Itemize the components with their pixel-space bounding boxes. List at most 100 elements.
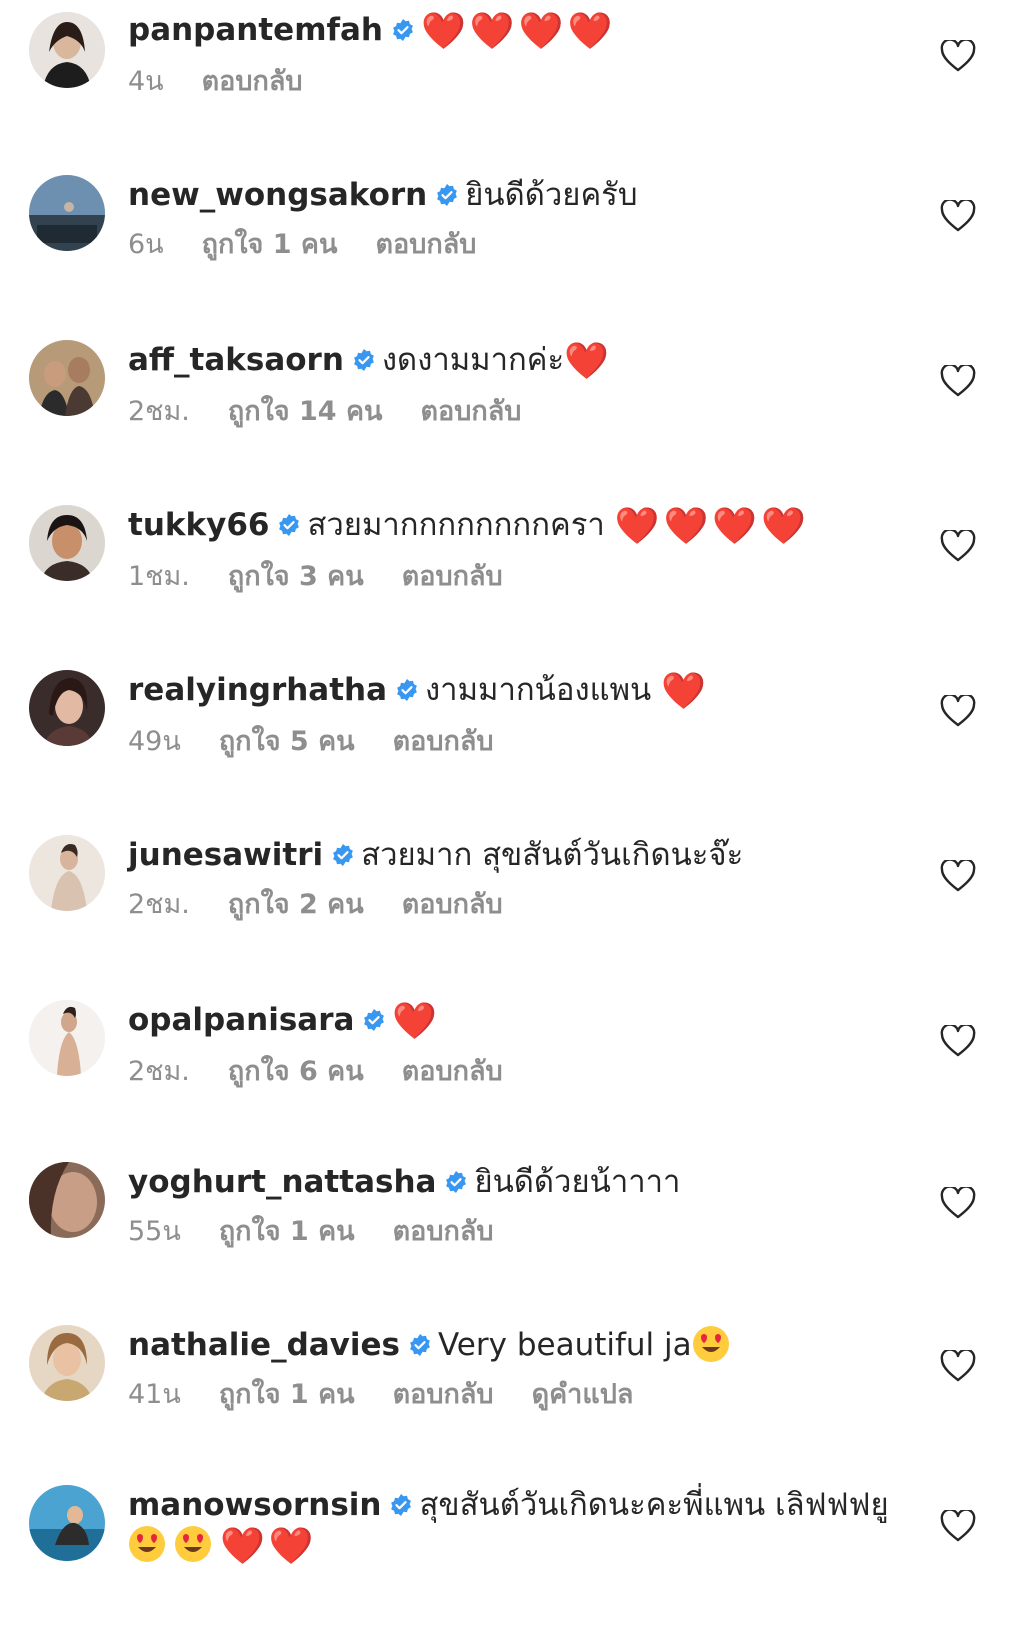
like-button[interactable]: [940, 1023, 976, 1057]
avatar[interactable]: [29, 340, 105, 416]
comment-item: manowsornsin สุขสันต์วันเกิดนะคะพี่แพน เล…: [0, 1485, 1034, 1645]
comment-item: new_wongsakorn ยินดีด้วยครับ 6น ถูกใจ 1 คน…: [0, 175, 1034, 335]
comment-text: ยินดีด้วยน้าาาา: [474, 1164, 681, 1200]
comment-time: 55น: [128, 1216, 181, 1247]
heart-outline-icon: [940, 1508, 976, 1542]
avatar[interactable]: [29, 1162, 105, 1238]
heart-emoji: ❤️: [564, 341, 609, 382]
reply-button[interactable]: ตอบกลับ: [202, 66, 303, 97]
comment-item: junesawitri สวยมาก สุขสันต์วันเกิดนะจ๊ะ 2…: [0, 835, 1034, 995]
see-translation-button[interactable]: ดูคำแปล: [532, 1379, 634, 1410]
like-button[interactable]: [940, 528, 976, 562]
comment-username[interactable]: aff_taksaorn: [128, 342, 344, 378]
comment-username[interactable]: tukky66: [128, 507, 269, 543]
comment-username[interactable]: yoghurt_nattasha: [128, 1164, 436, 1200]
comment-item: yoghurt_nattasha ยินดีด้วยน้าาาา 55น ถูกใจ…: [0, 1162, 1034, 1322]
like-button[interactable]: [940, 693, 976, 727]
comment-text: สวยมากกกกกกกกครา: [307, 507, 605, 543]
heart-outline-icon: [940, 858, 976, 892]
comment-text: Very beautiful ja: [438, 1327, 692, 1363]
comment-username[interactable]: opalpanisara: [128, 1002, 354, 1038]
likes-count[interactable]: ถูกใจ 3 คน: [228, 561, 364, 592]
verified-badge-icon: [410, 1334, 430, 1356]
comment-item: tukky66 สวยมากกกกกกกกครา ❤️❤️❤️❤️ 1ชม. ถูก…: [0, 505, 1034, 665]
likes-count[interactable]: ถูกใจ 5 คน: [219, 726, 355, 757]
like-button[interactable]: [940, 1508, 976, 1542]
comment-time: 2ชม.: [128, 889, 190, 920]
comment-text: สวยมาก สุขสันต์วันเกิดนะจ๊ะ: [361, 837, 744, 873]
reply-button[interactable]: ตอบกลับ: [393, 1216, 494, 1247]
avatar[interactable]: [29, 835, 105, 911]
heart-emoji: ❤️❤️: [220, 1526, 318, 1567]
comment-text: ยินดีด้วยครับ: [465, 177, 638, 213]
comment-username[interactable]: new_wongsakorn: [128, 177, 427, 213]
heart-emoji: ❤️❤️❤️❤️: [420, 11, 617, 52]
comment-time: 2ชม.: [128, 396, 190, 427]
heart-outline-icon: [940, 1348, 976, 1382]
comment-item: panpantemfah ❤️❤️❤️❤️ 4น ตอบกลับ: [0, 10, 1034, 170]
avatar[interactable]: [29, 175, 105, 251]
heart-outline-icon: [940, 528, 976, 562]
likes-count[interactable]: ถูกใจ 6 คน: [228, 1056, 364, 1087]
heart-eyes-emoji: [692, 1326, 729, 1362]
comment-item: nathalie_davies Very beautiful ja 41น ถูกใ…: [0, 1325, 1034, 1485]
likes-count[interactable]: ถูกใจ 1 คน: [219, 1216, 355, 1247]
avatar[interactable]: [29, 1325, 105, 1401]
heart-emoji: ❤️❤️❤️❤️: [614, 506, 810, 547]
comment-username[interactable]: nathalie_davies: [128, 1327, 400, 1363]
heart-outline-icon: [940, 1185, 976, 1219]
heart-emoji: ❤️: [661, 671, 706, 712]
reply-button[interactable]: ตอบกลับ: [420, 396, 521, 427]
like-button[interactable]: [940, 858, 976, 892]
comment-time: 1ชม.: [128, 561, 190, 592]
heart-emoji: ❤️: [392, 1001, 438, 1042]
comment-username[interactable]: panpantemfah: [128, 12, 383, 48]
reply-button[interactable]: ตอบกลับ: [375, 229, 476, 260]
verified-badge-icon: [364, 1009, 385, 1031]
comment-item: aff_taksaorn งดงามมากค่ะ❤️ 2ชม. ถูกใจ 14 ค…: [0, 340, 1034, 500]
verified-badge-icon: [333, 844, 354, 866]
heart-outline-icon: [940, 198, 976, 232]
likes-count[interactable]: ถูกใจ 2 คน: [228, 889, 364, 920]
reply-button[interactable]: ตอบกลับ: [393, 1379, 494, 1410]
likes-count[interactable]: ถูกใจ 1 คน: [202, 229, 338, 260]
avatar[interactable]: [29, 1485, 105, 1561]
heart-outline-icon: [940, 38, 976, 72]
avatar[interactable]: [29, 670, 105, 746]
comment-username[interactable]: junesawitri: [128, 837, 323, 873]
like-button[interactable]: [940, 1185, 976, 1219]
avatar[interactable]: [29, 1000, 105, 1076]
verified-badge-icon: [446, 1171, 467, 1193]
comment-time: 6น: [128, 229, 164, 260]
avatar[interactable]: [29, 12, 105, 88]
comment-time: 2ชม.: [128, 1056, 190, 1087]
likes-count[interactable]: ถูกใจ 14 คน: [228, 396, 383, 427]
comment-time: 41น: [128, 1379, 181, 1410]
comment-text: สุขสันต์วันเกิดนะคะพี่แพน เลิฟฟฟยู: [419, 1487, 889, 1523]
heart-outline-icon: [940, 693, 976, 727]
reply-button[interactable]: ตอบกลับ: [402, 1056, 503, 1087]
comment-text: งดงามมากค่ะ: [381, 342, 565, 378]
verified-badge-icon: [279, 514, 300, 536]
likes-count[interactable]: ถูกใจ 1 คน: [219, 1379, 355, 1410]
verified-badge-icon: [391, 1494, 412, 1516]
heart-eyes-emoji: [175, 1526, 211, 1562]
reply-button[interactable]: ตอบกลับ: [402, 561, 503, 592]
verified-badge-icon: [393, 19, 413, 41]
comment-time: 49น: [128, 726, 181, 757]
heart-outline-icon: [940, 1023, 976, 1057]
heart-outline-icon: [940, 363, 976, 397]
like-button[interactable]: [940, 363, 976, 397]
like-button[interactable]: [940, 1348, 976, 1382]
like-button[interactable]: [940, 38, 976, 72]
avatar[interactable]: [29, 505, 105, 581]
comment-time: 4น: [128, 66, 164, 97]
like-button[interactable]: [940, 198, 976, 232]
comment-item: realyingrhatha งามมากน้องแพน ❤️ 49น ถูกใจ …: [0, 670, 1034, 830]
comment-username[interactable]: manowsornsin: [128, 1487, 381, 1523]
reply-button[interactable]: ตอบกลับ: [393, 726, 494, 757]
comment-text: งามมากน้องแพน: [425, 672, 652, 708]
verified-badge-icon: [354, 349, 374, 371]
comment-username[interactable]: realyingrhatha: [128, 672, 387, 708]
reply-button[interactable]: ตอบกลับ: [402, 889, 503, 920]
